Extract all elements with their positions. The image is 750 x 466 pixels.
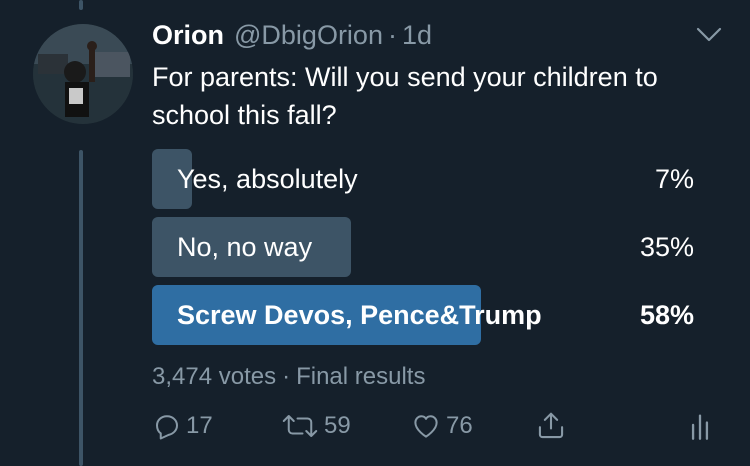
header-separator: · — [387, 20, 397, 50]
author-handle[interactable]: @DbigOrion — [234, 20, 383, 51]
poll-meta: 3,474 votes · Final results — [152, 363, 425, 391]
retweet-icon — [282, 415, 318, 437]
poll-option: Yes, absolutely 7% — [152, 149, 712, 209]
reply-icon — [156, 415, 178, 440]
chevron-down-icon — [696, 27, 722, 42]
like-button[interactable]: 76 — [410, 406, 473, 446]
analytics-button[interactable] — [688, 406, 712, 446]
avatar[interactable] — [33, 24, 133, 124]
thread-line-bottom — [79, 150, 83, 466]
poll: Yes, absolutely 7% No, no way 35% Screw … — [152, 149, 712, 353]
tweet-time[interactable]: 1d — [402, 20, 432, 51]
share-icon — [538, 412, 564, 439]
poll-option-percent: 7% — [654, 164, 694, 194]
poll-option-label: Screw Devos, Pence&Trump — [177, 300, 542, 330]
poll-vote-count: 3,474 votes — [152, 363, 277, 390]
tweet-header: Orion @DbigOrion · 1d — [152, 20, 730, 54]
poll-option-percent: 35% — [639, 232, 694, 262]
tweet-actions: 17 59 76 — [152, 406, 722, 446]
author-name[interactable]: Orion — [152, 20, 224, 51]
poll-option-winner: Screw Devos, Pence&Trump 58% — [152, 285, 712, 345]
like-count: 76 — [446, 412, 473, 439]
poll-status: Final results — [296, 363, 426, 390]
retweet-button[interactable]: 59 — [280, 406, 351, 446]
reply-count: 17 — [186, 412, 213, 439]
reply-button[interactable]: 17 — [152, 406, 213, 446]
like-icon — [414, 415, 438, 438]
more-options-button[interactable] — [696, 26, 722, 44]
avatar-photo — [33, 24, 133, 124]
poll-option-percent: 58% — [639, 300, 694, 330]
tweet-text: For parents: Will you send your children… — [152, 62, 658, 130]
thread-line-top — [79, 0, 83, 10]
analytics-icon — [691, 414, 709, 440]
meta-separator: · — [282, 363, 291, 390]
poll-option: No, no way 35% — [152, 217, 712, 277]
retweet-count: 59 — [324, 412, 351, 439]
poll-option-label: No, no way — [177, 232, 313, 262]
poll-option-label: Yes, absolutely — [177, 164, 358, 194]
share-button[interactable] — [536, 406, 566, 446]
